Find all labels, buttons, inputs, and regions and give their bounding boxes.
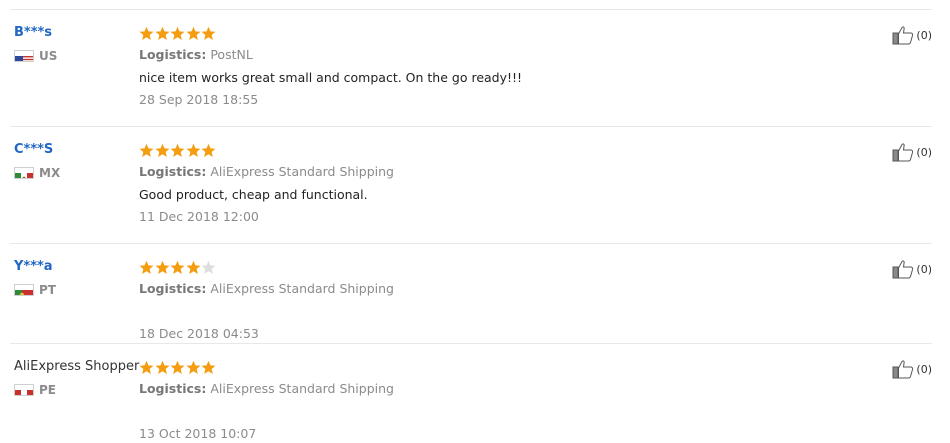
review-user: Y***a PT xyxy=(14,258,56,298)
star-filled-icon xyxy=(139,143,154,158)
flag-mx-icon xyxy=(14,167,34,179)
helpful-button[interactable]: (0) xyxy=(892,25,932,45)
user-country: PE xyxy=(14,382,139,398)
logistics-value: AliExpress Standard Shipping xyxy=(210,281,394,296)
thumbs-up-icon[interactable] xyxy=(892,359,914,379)
logistics-label: Logistics: xyxy=(139,281,206,296)
star-filled-icon xyxy=(170,26,185,41)
logistics-label: Logistics: xyxy=(139,47,206,62)
star-filled-icon xyxy=(170,260,185,275)
star-rating xyxy=(139,24,522,42)
review-item: AliExpress Shopper PE Logistics: AliExpr… xyxy=(10,343,932,430)
star-filled-icon xyxy=(155,143,170,158)
helpful-count: (0) xyxy=(916,146,932,159)
logistics-label: Logistics: xyxy=(139,381,206,396)
country-code: PE xyxy=(39,383,56,397)
logistics-info: Logistics: AliExpress Standard Shipping xyxy=(139,380,394,398)
review-date: 28 Sep 2018 18:55 xyxy=(139,91,522,109)
user-name-link[interactable]: Y***a xyxy=(14,258,56,276)
logistics-info: Logistics: AliExpress Standard Shipping xyxy=(139,280,394,298)
star-filled-icon xyxy=(155,260,170,275)
logistics-info: Logistics: PostNL xyxy=(139,46,522,64)
review-item: C***S MX Logistics: AliExpress Standard … xyxy=(10,126,932,244)
thumbs-up-icon[interactable] xyxy=(892,142,914,162)
helpful-count: (0) xyxy=(916,263,932,276)
review-user: AliExpress Shopper PE xyxy=(14,358,139,398)
helpful-button[interactable]: (0) xyxy=(892,142,932,162)
user-country: US xyxy=(14,48,57,64)
user-name-link[interactable]: AliExpress Shopper xyxy=(14,358,139,376)
country-code: PT xyxy=(39,283,56,297)
logistics-label: Logistics: xyxy=(139,164,206,179)
helpful-count: (0) xyxy=(916,363,932,376)
review-date: 13 Oct 2018 10:07 xyxy=(139,425,394,443)
country-code: MX xyxy=(39,166,60,180)
review-text: Good product, cheap and functional. xyxy=(139,185,394,205)
user-country: MX xyxy=(14,165,60,181)
user-name-link[interactable]: B***s xyxy=(14,24,57,42)
star-filled-icon xyxy=(139,26,154,41)
country-code: US xyxy=(39,49,57,63)
thumbs-up-icon[interactable] xyxy=(892,25,914,45)
star-filled-icon xyxy=(155,360,170,375)
user-country: PT xyxy=(14,282,56,298)
star-filled-icon xyxy=(201,26,216,41)
thumbs-up-icon[interactable] xyxy=(892,259,914,279)
review-text xyxy=(139,302,394,322)
helpful-button[interactable]: (0) xyxy=(892,259,932,279)
review-user: B***s US xyxy=(14,24,57,64)
star-rating xyxy=(139,258,394,276)
star-filled-icon xyxy=(139,260,154,275)
star-filled-icon xyxy=(155,26,170,41)
review-body: Logistics: AliExpress Standard Shipping … xyxy=(139,358,394,443)
star-filled-icon xyxy=(170,143,185,158)
logistics-value: AliExpress Standard Shipping xyxy=(210,164,394,179)
review-text xyxy=(139,402,394,422)
star-filled-icon xyxy=(170,360,185,375)
star-filled-icon xyxy=(139,360,154,375)
review-item: B***s US Logistics: PostNL nice xyxy=(10,9,932,127)
star-empty-icon xyxy=(201,260,216,275)
star-filled-icon xyxy=(186,260,201,275)
logistics-value: AliExpress Standard Shipping xyxy=(210,381,394,396)
review-body: Logistics: AliExpress Standard Shipping … xyxy=(139,141,394,226)
star-rating xyxy=(139,141,394,159)
flag-us-icon xyxy=(14,50,34,62)
review-date: 18 Dec 2018 04:53 xyxy=(139,325,394,343)
flag-pt-icon xyxy=(14,284,34,296)
star-filled-icon xyxy=(201,143,216,158)
flag-pe-icon xyxy=(14,384,34,396)
review-body: Logistics: PostNL nice item works great … xyxy=(139,24,522,109)
user-name-link[interactable]: C***S xyxy=(14,141,60,159)
star-rating xyxy=(139,358,394,376)
helpful-button[interactable]: (0) xyxy=(892,359,932,379)
logistics-info: Logistics: AliExpress Standard Shipping xyxy=(139,163,394,181)
review-text: nice item works great small and compact.… xyxy=(139,68,522,88)
star-filled-icon xyxy=(186,143,201,158)
review-user: C***S MX xyxy=(14,141,60,181)
review-body: Logistics: AliExpress Standard Shipping … xyxy=(139,258,394,343)
star-filled-icon xyxy=(186,26,201,41)
review-item: Y***a PT Logistics: AliExpress Standard … xyxy=(10,243,932,344)
review-date: 11 Dec 2018 12:00 xyxy=(139,208,394,226)
logistics-value: PostNL xyxy=(210,47,252,62)
helpful-count: (0) xyxy=(916,29,932,42)
star-filled-icon xyxy=(186,360,201,375)
star-filled-icon xyxy=(201,360,216,375)
